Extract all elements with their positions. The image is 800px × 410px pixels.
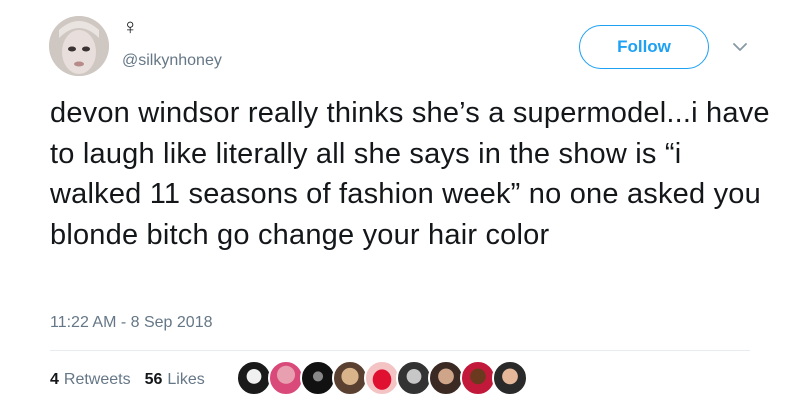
- likes-count[interactable]: 56: [145, 371, 163, 389]
- liker-avatar[interactable]: [492, 360, 528, 396]
- liker-avatar[interactable]: [300, 360, 336, 396]
- avatar[interactable]: [49, 16, 109, 76]
- retweets-label[interactable]: Retweets: [64, 371, 131, 389]
- tweet-stats: 4 Retweets 56 Likes: [50, 369, 205, 391]
- liker-avatar[interactable]: [364, 360, 400, 396]
- likes-label[interactable]: Likes: [167, 371, 204, 389]
- liker-avatars: [236, 360, 528, 396]
- liker-avatar[interactable]: [460, 360, 496, 396]
- liker-avatar[interactable]: [268, 360, 304, 396]
- chevron-down-icon[interactable]: [733, 40, 747, 54]
- avatar-image: [49, 16, 109, 76]
- tweet-text: devon windsor really thinks she’s a supe…: [50, 97, 770, 251]
- handle[interactable]: @silkynhoney: [122, 51, 222, 71]
- follow-button[interactable]: Follow: [579, 25, 709, 69]
- liker-avatar[interactable]: [332, 360, 368, 396]
- timestamp[interactable]: 11:22 AM - 8 Sep 2018: [50, 313, 212, 333]
- retweets-count[interactable]: 4: [50, 371, 59, 389]
- liker-avatar[interactable]: [396, 360, 432, 396]
- display-name[interactable]: ♀: [122, 15, 139, 39]
- liker-avatar[interactable]: [428, 360, 464, 396]
- divider: [50, 350, 750, 351]
- liker-avatar[interactable]: [236, 360, 272, 396]
